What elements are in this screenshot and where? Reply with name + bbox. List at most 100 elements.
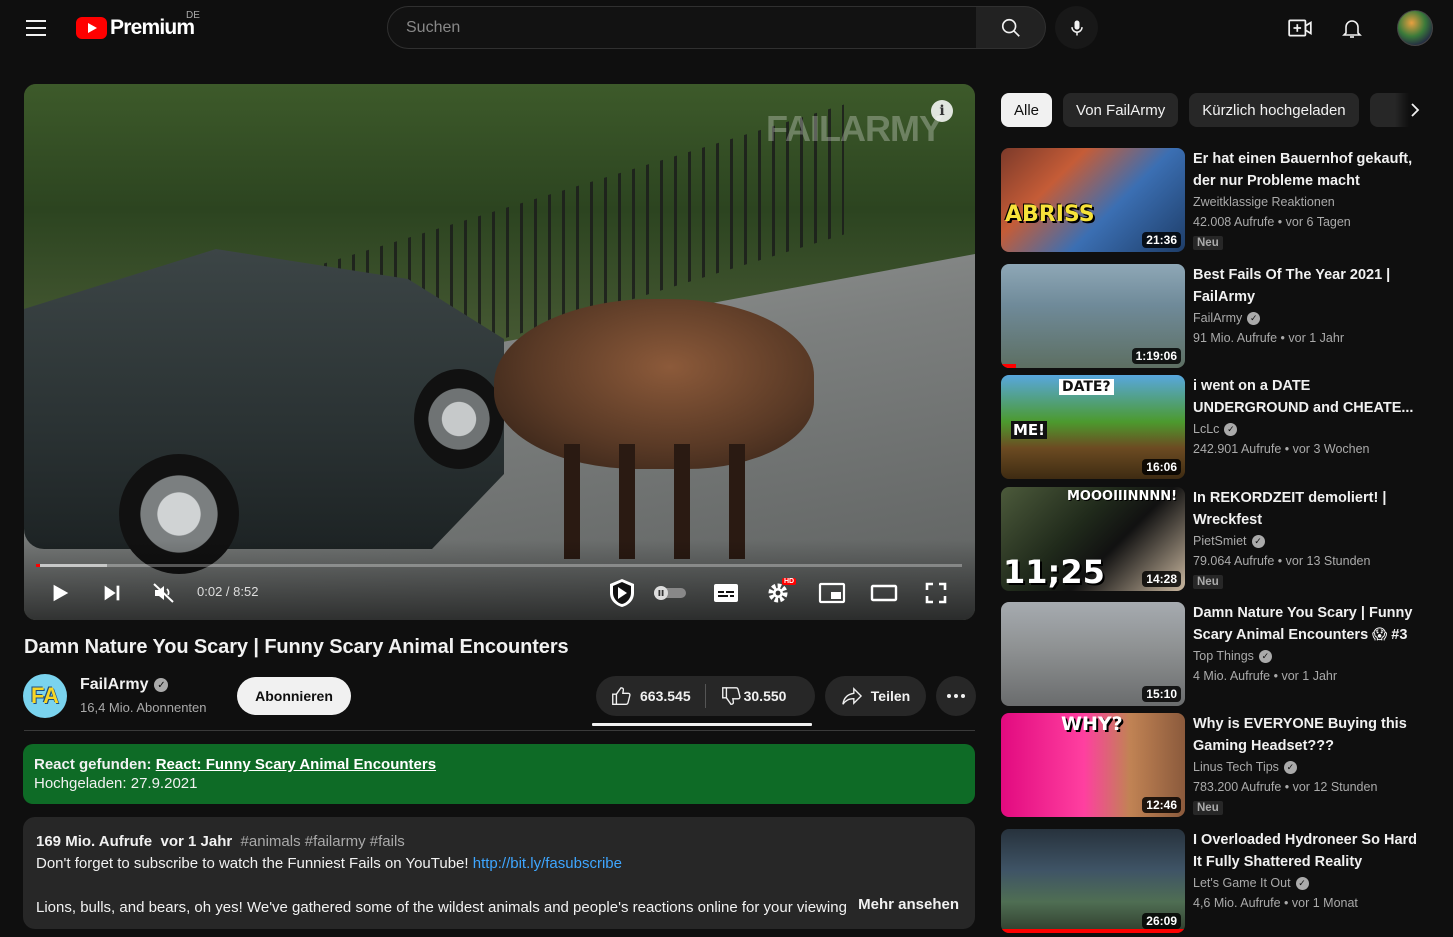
video-duration: 12:46 xyxy=(1142,797,1181,813)
recommendation-item[interactable]: 1:19:06 Best Fails Of The Year 2021 | Fa… xyxy=(1001,264,1431,368)
view-count: 4 Mio. Aufrufe xyxy=(1193,669,1271,683)
channel-avatar[interactable]: FA xyxy=(23,674,67,718)
recommendation-title[interactable]: Best Fails Of The Year 2021 | FailArmy xyxy=(1193,264,1429,308)
react-line: React gefunden: React: Funny Scary Anima… xyxy=(34,756,964,773)
more-icon xyxy=(947,694,965,698)
miniplayer-button[interactable] xyxy=(814,577,850,609)
sponsorblock-button[interactable] xyxy=(604,577,640,609)
share-icon xyxy=(842,687,862,705)
fullscreen-button[interactable] xyxy=(918,577,954,609)
masthead: Premium DE xyxy=(0,0,1453,56)
channel-name: FailArmy xyxy=(1193,311,1243,325)
filter-chips: Alle Von FailArmy Kürzlich hochgeladen xyxy=(1001,93,1431,127)
logo-text: Premium xyxy=(110,16,195,39)
view-count: 169 Mio. Aufrufe xyxy=(36,833,153,850)
recommendation-channel[interactable]: Linus Tech Tips ✓ xyxy=(1193,760,1297,774)
react-uploaded: Hochgeladen: 27.9.2021 xyxy=(34,775,198,792)
mute-button[interactable] xyxy=(148,577,180,609)
recommendation-channel[interactable]: Top Things ✓ xyxy=(1193,649,1272,663)
create-button[interactable] xyxy=(1280,8,1320,48)
subscriber-count: 16,4 Mio. Abonnenten xyxy=(80,700,207,715)
description-text: Don't forget to subscribe to watch the F… xyxy=(36,855,469,872)
video-thumbnail[interactable]: ABRISS 21:36 xyxy=(1001,148,1185,252)
recommendation-title[interactable]: Why is EVERYONE Buying this Gaming Heads… xyxy=(1193,713,1429,757)
upload-age: vor 1 Jahr xyxy=(1288,331,1344,345)
info-icon[interactable]: i xyxy=(931,100,953,122)
thumbnail-text: ME! xyxy=(1011,421,1048,439)
view-count: 4,6 Mio. Aufrufe xyxy=(1193,896,1281,910)
subscribe-link[interactable]: http://bit.ly/fasubscribe xyxy=(473,855,622,872)
video-thumbnail[interactable]: 1:19:06 xyxy=(1001,264,1185,368)
chips-next-button[interactable] xyxy=(1395,93,1435,127)
video-thumbnail[interactable]: 26:09 xyxy=(1001,829,1185,933)
recommendation-meta: 4,6 Mio. Aufrufe • vor 1 Monat xyxy=(1193,896,1358,910)
recommendation-item[interactable]: ABRISS 21:36 Er hat einen Bauernhof geka… xyxy=(1001,148,1431,252)
theater-icon xyxy=(870,584,898,602)
video-thumbnail[interactable]: DATE? ME! 16:06 xyxy=(1001,375,1185,479)
voice-search-button[interactable] xyxy=(1055,6,1098,49)
recommendation-channel[interactable]: Zweitklassige Reaktionen xyxy=(1193,195,1335,209)
chip-from-channel[interactable]: Von FailArmy xyxy=(1063,93,1179,127)
view-count: 783.200 Aufrufe xyxy=(1193,780,1282,794)
play-icon xyxy=(53,584,69,602)
notifications-button[interactable] xyxy=(1332,8,1372,48)
sponsorblock-icon xyxy=(610,579,634,607)
new-badge: Neu xyxy=(1193,236,1223,250)
share-label: Teilen xyxy=(870,688,911,704)
search-input[interactable] xyxy=(406,18,976,37)
play-button[interactable] xyxy=(44,577,76,609)
dislike-icon xyxy=(721,687,741,705)
recommendation-title[interactable]: I Overloaded Hydroneer So Hard It Fully … xyxy=(1193,829,1429,873)
autoplay-toggle[interactable] xyxy=(650,577,690,609)
recommendation-channel[interactable]: Let's Game It Out ✓ xyxy=(1193,876,1309,890)
settings-button[interactable]: HD xyxy=(762,577,797,609)
react-found-banner: React gefunden: React: Funny Scary Anima… xyxy=(23,744,975,804)
dislike-button[interactable]: 30.550 xyxy=(706,676,786,716)
recommendation-title[interactable]: In REKORDZEIT demoliert! | Wreckfest xyxy=(1193,487,1429,531)
verified-icon: ✓ xyxy=(1247,311,1261,325)
watched-progress xyxy=(1001,929,1185,933)
recommendation-item[interactable]: 26:09 I Overloaded Hydroneer So Hard It … xyxy=(1001,829,1431,933)
video-thumbnail[interactable]: WHY? 12:46 xyxy=(1001,713,1185,817)
recommendation-channel[interactable]: FailArmy ✓ xyxy=(1193,311,1261,325)
channel-name-link[interactable]: FailArmy ✓ xyxy=(80,676,169,694)
menu-icon[interactable] xyxy=(16,8,56,48)
react-link[interactable]: React: Funny Scary Animal Encounters xyxy=(156,756,436,773)
chip-recently-uploaded[interactable]: Kürzlich hochgeladen xyxy=(1189,93,1359,127)
show-more-button[interactable]: Mehr ansehen xyxy=(852,894,959,916)
verified-icon: ✓ xyxy=(1251,534,1265,548)
next-button[interactable] xyxy=(96,577,128,609)
video-thumbnail[interactable]: 15:10 xyxy=(1001,602,1185,706)
channel-name: LcLc xyxy=(1193,422,1220,436)
description-box[interactable]: 169 Mio. Aufrufe vor 1 Jahr #animals #fa… xyxy=(23,817,975,929)
subscribe-button[interactable]: Abonnieren xyxy=(237,677,351,715)
chip-all[interactable]: Alle xyxy=(1001,93,1053,127)
video-player[interactable]: FAILARMY i 0:02 / 8:52 HD xyxy=(24,84,975,620)
recommendation-title[interactable]: Er hat einen Bauernhof gekauft, der nur … xyxy=(1193,148,1429,192)
recommendation-channel[interactable]: PietSmiet ✓ xyxy=(1193,534,1265,548)
progress-bar[interactable] xyxy=(36,564,962,567)
video-thumbnail[interactable]: MOOOIIINNNN! 11;25 14:28 xyxy=(1001,487,1185,591)
thumbnail-text: MOOOIIINNNN! xyxy=(1067,489,1178,504)
hashtags[interactable]: #animals #failarmy #fails xyxy=(241,833,405,850)
recommendation-item[interactable]: DATE? ME! 16:06 i went on a DATE UNDERGRO… xyxy=(1001,375,1431,479)
recommendation-item[interactable]: 15:10 Damn Nature You Scary | Funny Scar… xyxy=(1001,602,1431,706)
search-button[interactable] xyxy=(976,6,1046,49)
video-title: Damn Nature You Scary | Funny Scary Anim… xyxy=(24,636,569,658)
share-button[interactable]: Teilen xyxy=(825,676,926,716)
upload-age: vor 1 Monat xyxy=(1291,896,1358,910)
account-avatar[interactable] xyxy=(1397,10,1433,46)
theater-mode-button[interactable] xyxy=(866,577,902,609)
recommendation-title[interactable]: i went on a DATE UNDERGROUND and CHEATE.… xyxy=(1193,375,1429,419)
like-button[interactable]: 663.545 xyxy=(596,676,691,716)
recommendation-item[interactable]: WHY? 12:46 Why is EVERYONE Buying this G… xyxy=(1001,713,1431,817)
thumbnail-text: DATE? xyxy=(1059,379,1114,395)
youtube-logo[interactable]: Premium xyxy=(76,14,195,42)
upload-age: vor 1 Jahr xyxy=(1281,669,1338,683)
more-actions-button[interactable] xyxy=(936,676,976,716)
new-badge: Neu xyxy=(1193,575,1223,589)
subtitles-button[interactable] xyxy=(710,577,742,609)
recommendation-title[interactable]: Damn Nature You Scary | Funny Scary Anim… xyxy=(1193,602,1429,646)
recommendation-channel[interactable]: LcLc ✓ xyxy=(1193,422,1238,436)
recommendation-item[interactable]: MOOOIIINNNN! 11;25 14:28 In REKORDZEIT de… xyxy=(1001,487,1431,591)
